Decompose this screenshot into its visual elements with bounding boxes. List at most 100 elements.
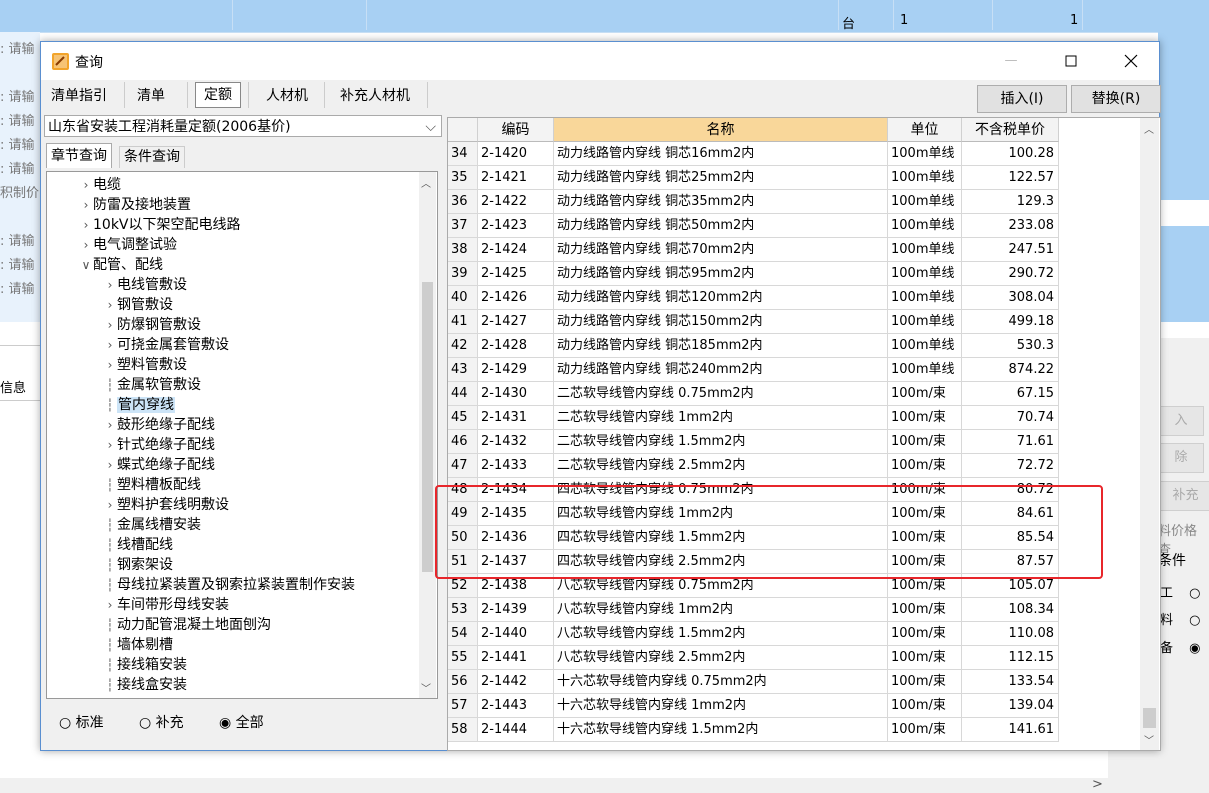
- tree-node[interactable]: ┆ 接线箱安装: [103, 655, 187, 675]
- tree-node[interactable]: › 电线管敷设: [103, 275, 187, 295]
- chevron-right-icon[interactable]: ›: [103, 495, 117, 515]
- minimize-icon[interactable]: —: [996, 46, 1026, 76]
- maximize-icon[interactable]: [1056, 46, 1086, 76]
- close-icon[interactable]: [1116, 46, 1146, 76]
- table-row[interactable]: 50 2-1436 四芯软导线管内穿线 1.5mm2内 100m/束 85.54: [448, 526, 1059, 550]
- table-row[interactable]: 53 2-1439 八芯软导线管内穿线 1mm2内 100m/束 108.34: [448, 598, 1059, 622]
- bg-condition-labor[interactable]: 工 ○: [1160, 582, 1201, 601]
- tree-node[interactable]: › 塑料护套线明敷设: [103, 495, 229, 515]
- col-header-code[interactable]: 编码: [478, 118, 554, 142]
- chevron-right-icon[interactable]: ›: [79, 235, 93, 255]
- col-header-name[interactable]: 名称: [554, 118, 888, 142]
- chevron-right-icon[interactable]: ›: [79, 175, 93, 195]
- chevron-down-icon[interactable]: ∨: [79, 255, 93, 275]
- tree-node[interactable]: › 防爆钢管敷设: [103, 315, 201, 335]
- bg-delete-button[interactable]: 除: [1158, 443, 1204, 473]
- col-header-price[interactable]: 不含税单价: [962, 118, 1059, 142]
- col-header-unit[interactable]: 单位: [888, 118, 962, 142]
- table-row[interactable]: 57 2-1443 十六芯软导线管内穿线 1mm2内 100m/束 139.04: [448, 694, 1059, 718]
- tab-condition-query[interactable]: 条件查询: [119, 146, 185, 168]
- tree-node[interactable]: ∨ 配管、配线: [79, 255, 163, 275]
- tree-node[interactable]: ┆ 墙体剔槽: [103, 635, 173, 655]
- tab-quota[interactable]: 定额: [195, 82, 241, 108]
- table-row[interactable]: 36 2-1422 动力线路管内穿线 铜芯35mm2内 100m单线 129.3: [448, 190, 1059, 214]
- bg-supplement-button[interactable]: 补充: [1160, 481, 1209, 511]
- tree-node[interactable]: › 车间带形母线安装: [103, 595, 229, 615]
- dialog-titlebar[interactable]: 查询 —: [41, 42, 1159, 80]
- insert-button[interactable]: 插入(I): [977, 85, 1067, 113]
- table-row[interactable]: 54 2-1440 八芯软导线管内穿线 1.5mm2内 100m/束 110.08: [448, 622, 1059, 646]
- tree-node[interactable]: › 防雷及接地装置: [79, 195, 191, 215]
- chevron-right-icon[interactable]: ›: [103, 315, 117, 335]
- chevron-right-icon[interactable]: ›: [79, 195, 93, 215]
- table-row[interactable]: 49 2-1435 四芯软导线管内穿线 1mm2内 100m/束 84.61: [448, 502, 1059, 526]
- tree-node[interactable]: › 钢管敷设: [103, 295, 173, 315]
- chevron-right-icon[interactable]: ›: [79, 215, 93, 235]
- bg-insert-button[interactable]: 入: [1158, 406, 1204, 436]
- table-row[interactable]: 38 2-1424 动力线路管内穿线 铜芯70mm2内 100m单线 247.51: [448, 238, 1059, 262]
- tree-node[interactable]: ┆ 管内穿线: [103, 395, 175, 415]
- table-row[interactable]: 52 2-1438 八芯软导线管内穿线 0.75mm2内 100m/束 105.07: [448, 574, 1059, 598]
- scroll-up-icon[interactable]: ︿: [421, 175, 431, 190]
- tab-bill-guide[interactable]: 清单指引: [43, 84, 115, 108]
- tree-node[interactable]: › 电气调整试验: [79, 235, 177, 255]
- table-row[interactable]: 43 2-1429 动力线路管内穿线 铜芯240mm2内 100m单线 874.22: [448, 358, 1059, 382]
- bg-condition-material[interactable]: 料 ○: [1160, 609, 1201, 628]
- tree-node[interactable]: › 10kV以下架空配电线路: [79, 215, 241, 235]
- tab-supplement-material[interactable]: 补充人材机: [332, 84, 418, 108]
- table-row[interactable]: 39 2-1425 动力线路管内穿线 铜芯95mm2内 100m单线 290.72: [448, 262, 1059, 286]
- tree-scrollbar[interactable]: ︿ ﹀: [419, 172, 436, 698]
- scroll-down-icon[interactable]: ﹀: [421, 680, 431, 695]
- table-row[interactable]: 37 2-1423 动力线路管内穿线 铜芯50mm2内 100m单线 233.08: [448, 214, 1059, 238]
- table-row[interactable]: 55 2-1441 八芯软导线管内穿线 2.5mm2内 100m/束 112.15: [448, 646, 1059, 670]
- tree-node[interactable]: ┆ 母线拉紧装置及钢索拉紧装置制作安装: [103, 575, 355, 595]
- tree-node[interactable]: ┆ 金属软管敷设: [103, 375, 201, 395]
- chevron-right-icon[interactable]: ›: [103, 355, 117, 375]
- tree-node[interactable]: › 电缆: [79, 175, 121, 195]
- tree-node[interactable]: ┆ 塑料槽板配线: [103, 475, 201, 495]
- table-row[interactable]: 35 2-1421 动力线路管内穿线 铜芯25mm2内 100m单线 122.57: [448, 166, 1059, 190]
- tree-node[interactable]: ┆ 接线盒安装: [103, 675, 187, 695]
- chevron-right-icon[interactable]: ›: [103, 295, 117, 315]
- tree-scroll-thumb[interactable]: [422, 282, 433, 572]
- chevron-right-icon[interactable]: ›: [103, 595, 117, 615]
- bg-condition-equipment[interactable]: 备 ◉: [1160, 637, 1201, 656]
- table-row[interactable]: 44 2-1430 二芯软导线管内穿线 0.75mm2内 100m/束 67.15: [448, 382, 1059, 406]
- tab-labor-material[interactable]: 人材机: [258, 84, 316, 108]
- chevron-right-icon[interactable]: ›: [103, 275, 117, 295]
- table-row[interactable]: 56 2-1442 十六芯软导线管内穿线 0.75mm2内 100m/束 133.54: [448, 670, 1059, 694]
- table-row[interactable]: 34 2-1420 动力线路管内穿线 铜芯16mm2内 100m单线 100.28: [448, 142, 1059, 166]
- filter-supplement[interactable]: ○ 补充: [139, 712, 184, 732]
- tree-node[interactable]: › 针式绝缘子配线: [103, 435, 215, 455]
- table-row[interactable]: 58 2-1444 十六芯软导线管内穿线 1.5mm2内 100m/束 141.61: [448, 718, 1059, 742]
- tree-node[interactable]: › 鼓形绝缘子配线: [103, 415, 215, 435]
- tree-node[interactable]: › 可挠金属套管敷设: [103, 335, 229, 355]
- grid-scrollbar[interactable]: ︿ ﹀: [1140, 118, 1159, 750]
- scroll-right-icon[interactable]: >: [1092, 777, 1103, 792]
- scroll-down-icon[interactable]: ﹀: [1144, 732, 1154, 747]
- table-row[interactable]: 51 2-1437 四芯软导线管内穿线 2.5mm2内 100m/束 87.57: [448, 550, 1059, 574]
- tab-bill[interactable]: 清单: [129, 84, 173, 108]
- quota-library-select[interactable]: 山东省安装工程消耗量定额(2006基价) ⌵: [44, 115, 442, 137]
- table-row[interactable]: 46 2-1432 二芯软导线管内穿线 1.5mm2内 100m/束 71.61: [448, 430, 1059, 454]
- table-row[interactable]: 40 2-1426 动力线路管内穿线 铜芯120mm2内 100m单线 308.04: [448, 286, 1059, 310]
- chevron-right-icon[interactable]: ›: [103, 435, 117, 455]
- table-row[interactable]: 47 2-1433 二芯软导线管内穿线 2.5mm2内 100m/束 72.72: [448, 454, 1059, 478]
- tree-node[interactable]: ┆ 动力配管混凝土地面刨沟: [103, 615, 271, 635]
- filter-standard[interactable]: ○ 标准: [59, 712, 104, 732]
- tree-node[interactable]: ┆ 线槽配线: [103, 535, 173, 555]
- tree-node[interactable]: › 蝶式绝缘子配线: [103, 455, 215, 475]
- bg-horizontal-scrollbar[interactable]: [0, 778, 1108, 793]
- table-row[interactable]: 48 2-1434 四芯软导线管内穿线 0.75mm2内 100m/束 80.72: [448, 478, 1059, 502]
- tab-chapter-query[interactable]: 章节查询: [46, 143, 112, 168]
- table-row[interactable]: 45 2-1431 二芯软导线管内穿线 1mm2内 100m/束 70.74: [448, 406, 1059, 430]
- table-row[interactable]: 42 2-1428 动力线路管内穿线 铜芯185mm2内 100m单线 530.3: [448, 334, 1059, 358]
- table-row[interactable]: 41 2-1427 动力线路管内穿线 铜芯150mm2内 100m单线 499.18: [448, 310, 1059, 334]
- tree-node[interactable]: › 塑料管敷设: [103, 355, 187, 375]
- grid-scroll-thumb[interactable]: [1143, 708, 1156, 728]
- chevron-right-icon[interactable]: ›: [103, 335, 117, 355]
- tree-node[interactable]: ┆ 金属线槽安装: [103, 515, 201, 535]
- replace-button[interactable]: 替换(R): [1071, 85, 1161, 113]
- filter-all[interactable]: ◉ 全部: [219, 712, 264, 732]
- scroll-up-icon[interactable]: ︿: [1144, 121, 1154, 136]
